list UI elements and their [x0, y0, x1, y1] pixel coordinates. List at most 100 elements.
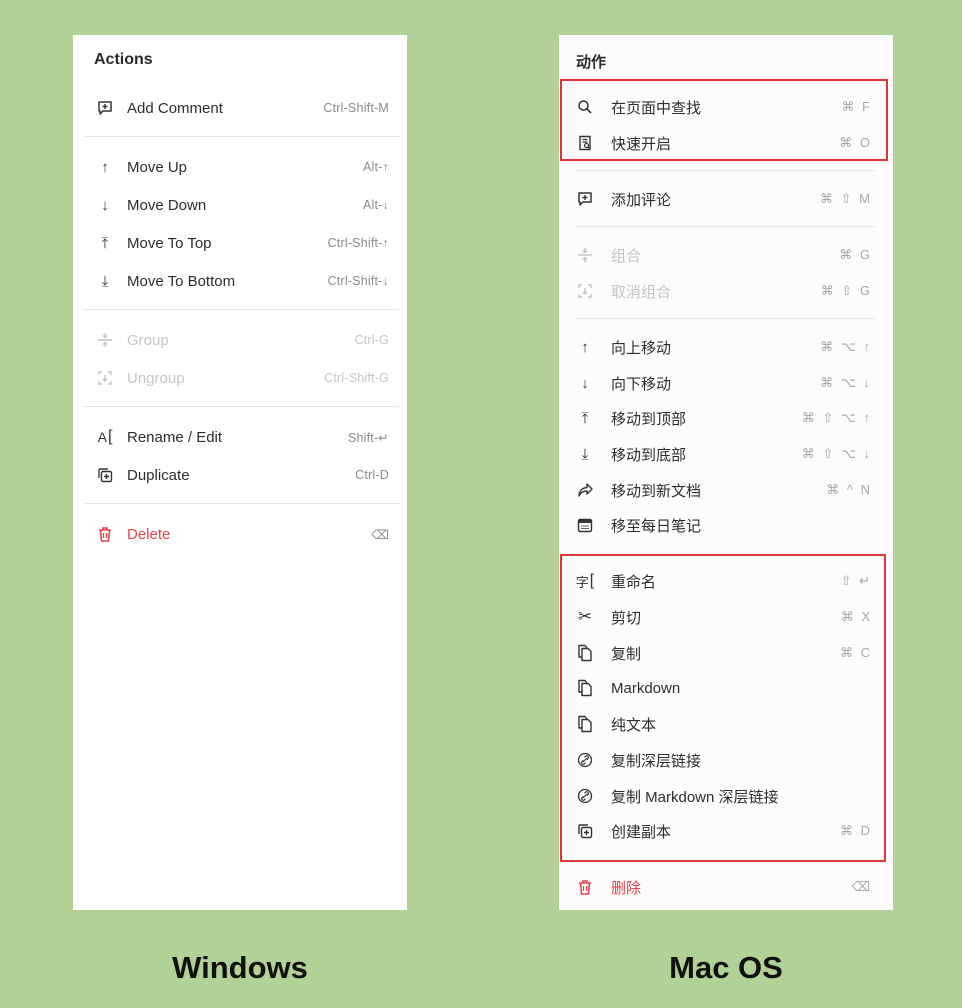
divider: [83, 136, 399, 137]
menu-item-label: Add Comment: [127, 99, 223, 117]
menu-item-label: 快速开启: [611, 135, 672, 153]
ungroup-icon: [575, 281, 595, 301]
copy-icon: [575, 714, 595, 734]
menu-item-delete[interactable]: 删除 ⌫: [559, 869, 893, 905]
arrow-to-bottom-icon: ⤓: [581, 445, 589, 463]
shortcut-hint: Alt-↑: [363, 160, 389, 174]
group-icon: [95, 330, 115, 350]
shortcut-hint: ⌘ ⇧ M: [820, 191, 872, 206]
shortcut-hint: ⌘ ⌥ ↑: [820, 339, 872, 354]
menu-item-find-in-page[interactable]: 在页面中查找 ⌘ F: [559, 89, 893, 125]
mac-caption: Mac OS: [669, 950, 783, 985]
arrow-up-icon: ↑: [101, 158, 109, 176]
menu-item-label: 纯文本: [611, 716, 657, 734]
shortcut-hint: Shift-↵: [347, 430, 389, 445]
menu-item-move-up[interactable]: ↑ 向上移动 ⌘ ⌥ ↑: [559, 329, 893, 365]
shortcut-hint: Alt-↓: [363, 198, 389, 212]
divider: [83, 503, 399, 504]
menu-item-label: Group: [127, 331, 169, 349]
menu-item-label: 取消组合: [611, 283, 672, 301]
menu-item-label: 删除: [611, 879, 642, 897]
scissors-icon: ✂: [577, 607, 593, 626]
menu-item-label: 重命名: [611, 573, 657, 591]
menu-item-add-comment[interactable]: Add Comment Ctrl-Shift-M: [73, 90, 407, 126]
menu-item-label: 复制深层链接: [611, 752, 702, 770]
shortcut-hint: ⌘ D: [840, 823, 872, 838]
add-comment-icon: [95, 98, 115, 118]
menu-item-move-to-bottom[interactable]: ⤓ Move To Bottom Ctrl-Shift-↓: [73, 263, 407, 299]
menu-item-move-to-new-doc[interactable]: 移动到新文档 ⌘ ^ N: [559, 472, 893, 508]
duplicate-icon: [95, 465, 115, 485]
trash-icon: [575, 877, 595, 897]
copy-icon: [575, 643, 595, 663]
shortcut-hint: ⌘ ⇧ G: [820, 283, 872, 298]
menu-item-label: 创建副本: [611, 823, 672, 841]
menu-item-move-to-top[interactable]: ⤒ 移动到顶部 ⌘ ⇧ ⌥ ↑: [559, 400, 893, 436]
menu-item-add-comment[interactable]: 添加评论 ⌘ ⇧ M: [559, 181, 893, 217]
divider: [83, 406, 399, 407]
arrow-down-icon: ↓: [101, 196, 109, 214]
menu-item-label: Move Down: [127, 196, 207, 214]
menu-item-move-up[interactable]: ↑ Move Up Alt-↑: [73, 149, 407, 185]
menu-item-rename[interactable]: A[ Rename / Edit Shift-↵: [73, 419, 407, 455]
menu-item-group[interactable]: 组合 ⌘ G: [559, 237, 893, 273]
menu-item-move-to-bottom[interactable]: ⤓ 移动到底部 ⌘ ⇧ ⌥ ↓: [559, 436, 893, 472]
menu-item-delete[interactable]: Delete ⌫: [73, 516, 407, 552]
duplicate-icon: [575, 821, 595, 841]
search-icon: [575, 97, 595, 117]
menu-item-label: 添加评论: [611, 191, 672, 209]
shortcut-hint: ⌘ ⇧ ⌥ ↓: [801, 446, 872, 461]
shortcut-hint: Ctrl-Shift-M: [323, 101, 389, 115]
menu-item-copy-markdown[interactable]: Markdown: [559, 670, 893, 706]
menu-item-quick-open[interactable]: 快速开启 ⌘ O: [559, 125, 893, 161]
backspace-icon: ⌫: [371, 527, 389, 542]
shortcut-hint: ⌘ O: [839, 135, 872, 150]
menu-item-label: 复制 Markdown 深层链接: [611, 788, 779, 806]
menu-item-copy-markdown-deep-link[interactable]: 复制 Markdown 深层链接: [559, 778, 893, 814]
menu-item-copy-plain-text[interactable]: 纯文本: [559, 706, 893, 742]
shortcut-hint: ⌘ ⇧ ⌥ ↑: [801, 410, 872, 425]
backspace-icon: ⌫: [851, 879, 872, 894]
group-icon: [575, 245, 595, 265]
menu-item-label: Rename / Edit: [127, 428, 223, 446]
menu-item-move-to-daily-note[interactable]: 移至每日笔记: [559, 507, 893, 543]
windows-caption: Windows: [172, 950, 308, 985]
arrow-to-top-icon: ⤒: [581, 409, 589, 427]
arrow-down-icon: ↓: [581, 374, 589, 392]
menu-item-move-down[interactable]: ↓ Move Down Alt-↓: [73, 187, 407, 223]
menu-item-label: 移动到底部: [611, 446, 687, 464]
menu-item-label: Move Up: [127, 158, 188, 176]
rename-icon: 字[: [575, 572, 595, 590]
menu-item-label: Ungroup: [127, 369, 185, 387]
menu-item-copy[interactable]: 复制 ⌘ C: [559, 635, 893, 671]
mac-actions-menu: 动作 在页面中查找 ⌘ F 快速开启 ⌘ O 添加评论 ⌘ ⇧ M 组合 ⌘ G: [559, 35, 893, 910]
menu-item-move-down[interactable]: ↓ 向下移动 ⌘ ⌥ ↓: [559, 365, 893, 401]
shortcut-hint: ⇧ ↵: [840, 573, 872, 588]
menu-item-label: Duplicate: [127, 466, 190, 484]
menu-item-duplicate[interactable]: Duplicate Ctrl-D: [73, 457, 407, 493]
menu-heading: Actions: [94, 51, 153, 68]
menu-item-group[interactable]: Group Ctrl-G: [73, 322, 407, 358]
shortcut-hint: ⌘ ⌥ ↓: [820, 375, 872, 390]
link-icon: [575, 786, 595, 806]
menu-item-ungroup[interactable]: Ungroup Ctrl-Shift-G: [73, 360, 407, 396]
shortcut-hint: ⌘ ^ N: [826, 482, 872, 497]
menu-item-ungroup[interactable]: 取消组合 ⌘ ⇧ G: [559, 273, 893, 309]
share-arrow-icon: [575, 480, 595, 500]
menu-heading: 动作: [576, 54, 607, 71]
menu-item-label: 剪切: [611, 609, 642, 627]
divider: [576, 170, 875, 171]
menu-item-cut[interactable]: ✂ 剪切 ⌘ X: [559, 599, 893, 635]
link-icon: [575, 750, 595, 770]
divider: [83, 309, 399, 310]
menu-item-move-to-top[interactable]: ⤒ Move To Top Ctrl-Shift-↑: [73, 225, 407, 261]
menu-item-duplicate[interactable]: 创建副本 ⌘ D: [559, 813, 893, 849]
copy-icon: [575, 678, 595, 698]
windows-actions-menu: Actions Add Comment Ctrl-Shift-M ↑ Move …: [73, 35, 407, 910]
shortcut-hint: Ctrl-Shift-G: [324, 371, 389, 385]
menu-item-copy-deep-link[interactable]: 复制深层链接: [559, 742, 893, 778]
divider: [576, 318, 875, 319]
trash-icon: [95, 524, 115, 544]
arrow-up-icon: ↑: [581, 338, 589, 356]
menu-item-rename[interactable]: 字[ 重命名 ⇧ ↵: [559, 563, 893, 599]
